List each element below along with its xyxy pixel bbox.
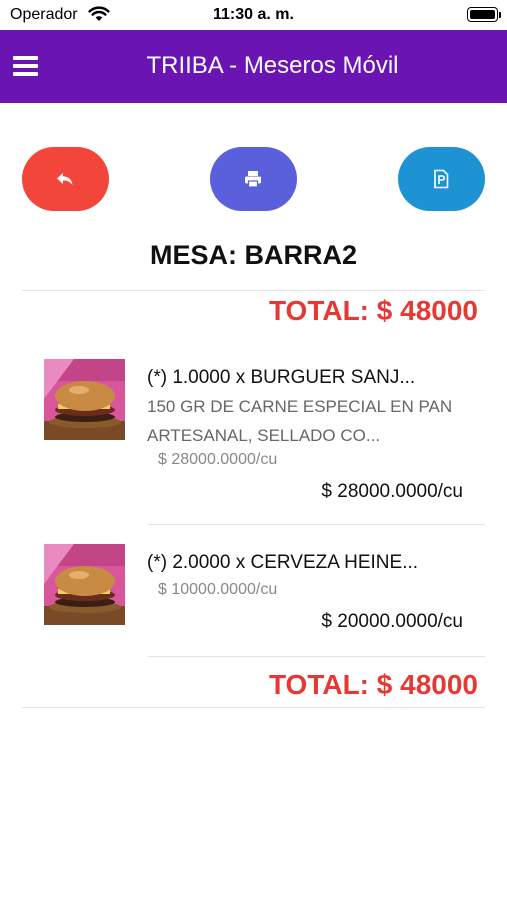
item-unit-price: $ 28000.0000/cu (158, 451, 278, 468)
item-separator (148, 656, 485, 657)
burger-thumbnail (44, 359, 125, 440)
divider (22, 707, 485, 708)
pdf-button[interactable] (398, 147, 485, 211)
item-unit-price: $ 10000.0000/cu (158, 581, 278, 598)
app-header: TRIIBA - Meseros Móvil (0, 30, 507, 103)
reply-icon (57, 173, 73, 185)
print-button[interactable] (210, 147, 297, 211)
status-bar: Operador 11:30 a. m. (0, 0, 507, 30)
divider (22, 290, 485, 291)
item-subtotal: $ 28000.0000/cu (321, 481, 463, 502)
pdf-file-icon (434, 169, 449, 189)
printer-icon (245, 171, 261, 188)
total-bottom: TOTAL: $ 48000 (268, 669, 478, 700)
burger-thumbnail (44, 544, 125, 625)
item-description: 150 GR DE CARNE ESPECIAL EN PAN ARTESANA… (147, 397, 453, 445)
app-title: TRIIBA - Meseros Móvil (146, 52, 399, 79)
item-subtotal: $ 20000.0000/cu (321, 611, 463, 632)
battery-tip (499, 12, 501, 18)
item-title: (*) 2.0000 x CERVEZA HEINE... (147, 552, 419, 573)
item-separator (148, 524, 485, 525)
back-button[interactable] (22, 147, 109, 211)
status-time: 11:30 a. m. (213, 6, 294, 23)
battery-icon (467, 7, 498, 22)
item-title: (*) 1.0000 x BURGUER SANJ... (147, 367, 416, 388)
table-title: MESA: BARRA2 (149, 240, 357, 270)
total-top: TOTAL: $ 48000 (268, 295, 478, 326)
